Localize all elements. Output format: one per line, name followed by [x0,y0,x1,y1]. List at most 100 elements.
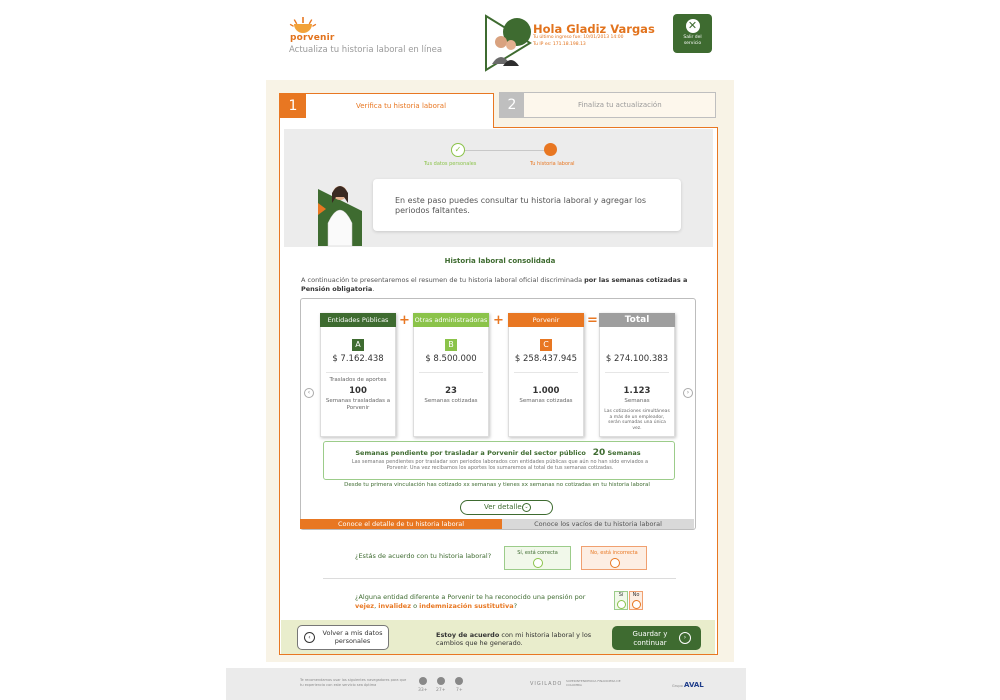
chevron-left-icon: ‹ [304,632,315,643]
view-detail-button[interactable]: Ver detalle ⌄ [460,500,553,515]
card-header: Entidades Públicas [320,313,396,327]
avatar [485,14,532,72]
firefox-version: 27+ [436,688,446,693]
stepper-line [457,150,550,151]
card-letter: B [445,339,457,351]
card-header: Porvenir [508,313,584,327]
card-divider [419,372,483,373]
tab-label: Verifica tu historia laboral [356,102,447,110]
current-step-indicator [544,143,557,156]
card-subtitle: Traslados de aportes [329,377,387,383]
tab-number: 1 [280,94,306,118]
since-text: Desde tu primera vinculación has cotizad… [344,482,650,488]
pension-yes-option[interactable]: Sí [614,591,628,610]
pension-or: o [411,601,420,610]
pension-end: ? [513,601,518,610]
tab-history-gaps[interactable]: Conoce los vacíos de tu historia laboral [502,519,694,529]
aval-logo: AVAL [684,681,704,689]
card-amount: $ 7.162.438 [332,354,384,364]
pending-title-text: Semanas pendiente por trasladar a Porven… [355,449,586,457]
firefox-icon[interactable] [437,677,445,685]
pension-yes-radio[interactable] [617,600,626,609]
advisor-illustration [318,186,362,246]
ip-address: Tu IP es: 171.18.198.13 [533,42,586,47]
agree-yes-option[interactable]: Sí, está correcta [504,546,571,570]
pension-yes-label: Sí [618,592,624,598]
step-personal-data: Tus datos personales [424,161,477,167]
vigilado-label: VIGILADO [530,681,563,687]
agree-statement: Estoy de acuerdo con mi historia laboral… [436,631,596,647]
agree-no-option[interactable]: No, está incorrecta [581,546,647,570]
close-icon: ✕ [685,19,700,33]
intro-message: En este paso puedes consultar tu histori… [395,196,647,215]
card-note: Semanas [624,398,650,404]
card-porvenir [508,313,584,437]
pending-number: 20 [592,448,606,458]
tab-finalize-update[interactable]: 2 Finaliza tu actualización [499,92,716,118]
chevron-down-icon: ⌄ [522,503,531,512]
ie-version: 7+ [456,688,463,693]
card-amount: $ 8.500.000 [425,354,477,364]
pension-no-radio[interactable] [632,600,641,609]
plus-icon: + [399,313,410,328]
card-letter: C [540,339,552,351]
tab-history-detail[interactable]: Conoce el detalle de tu historia laboral [300,519,502,529]
chevron-right-icon[interactable]: › [683,388,693,398]
group-label: Grupo [672,684,683,688]
history-intro: A continuación te presentaremos el resum… [301,276,696,294]
intro-text: A continuación te presentaremos el resum… [301,276,585,284]
agree-yes-label: Sí, está correcta [517,550,558,556]
step-work-history: Tu historia laboral [530,161,575,167]
agree-yes-radio[interactable] [533,558,543,568]
tab-verify-history[interactable]: 1 Verifica tu historia laboral [279,93,494,128]
card-divider [605,372,669,373]
card-divider [326,372,390,373]
card-note: Semanas cotizadas [424,398,478,404]
check-icon: ✓ [451,143,465,157]
chevron-right-icon: › [679,632,691,644]
back-label: Volver a mis datos personales [322,629,383,645]
pension-vejez: vejez [355,601,375,610]
pending-title: Semanas pendiente por trasladar a Porven… [323,448,673,458]
agreement-question: ¿Estás de acuerdo con tu historia labora… [355,552,492,560]
pending-text: Las semanas pendientes por trasladar son… [351,459,649,471]
pension-no-option[interactable]: No [629,591,643,610]
chrome-icon[interactable] [419,677,427,685]
card-number: 100 [349,386,367,396]
pension-question-text: ¿Alguna entidad diferente a Porvenir te … [355,593,586,601]
pension-no-label: No [632,592,640,598]
superintendencia-logo: SUPERINTENDENCIA FINANCIERA DE COLOMBIA [566,679,621,687]
card-letter: A [352,339,364,351]
card-number: 1.000 [532,386,560,396]
divider [323,578,676,579]
ie-icon[interactable] [455,677,463,685]
save-continue-button[interactable]: Guardar y continuar › [612,626,701,650]
view-detail-label: Ver detalle [484,503,522,511]
pension-question: ¿Alguna entidad diferente a Porvenir te … [355,593,605,610]
tab-number: 2 [500,93,524,117]
chevron-left-icon[interactable]: ‹ [304,388,314,398]
card-public-entities [320,313,396,437]
agree-bold: Estoy de acuerdo [436,631,500,639]
last-login: Tu último ingreso fue: 10/01/2013 14:00 [533,35,624,40]
card-note: Semanas trasladadas a Porvenir [325,398,391,411]
chrome-version: 33+ [418,688,428,693]
card-number: 23 [445,386,457,396]
agree-no-radio[interactable] [610,558,620,568]
history-title: Historia laboral consolidada [444,257,556,265]
porvenir-logo-icon [289,17,317,33]
browser-recommendation: Te recomendamos usar los siguientes nave… [300,678,407,687]
agree-no-label: No, está incorrecta [590,550,638,556]
tab-label: Finaliza tu actualización [578,101,662,109]
save-label: Guardar y continuar [632,630,668,647]
greeting: Hola Gladiz Vargas [533,22,655,36]
card-amount: $ 274.100.383 [605,354,669,364]
exit-label-2: servicio [683,40,702,46]
card-number: 1.123 [623,386,651,396]
tagline: Actualiza tu historia laboral en línea [289,45,443,55]
exit-service-button[interactable]: ✕ Salir del servicio [673,14,712,53]
card-header: Total [599,313,675,327]
back-button[interactable]: ‹ Volver a mis datos personales [297,625,389,650]
pension-indemnizacion: indemnización sustitutiva [419,601,514,610]
card-extra-note: Las cotizaciones simultáneas a más de un… [604,409,670,431]
